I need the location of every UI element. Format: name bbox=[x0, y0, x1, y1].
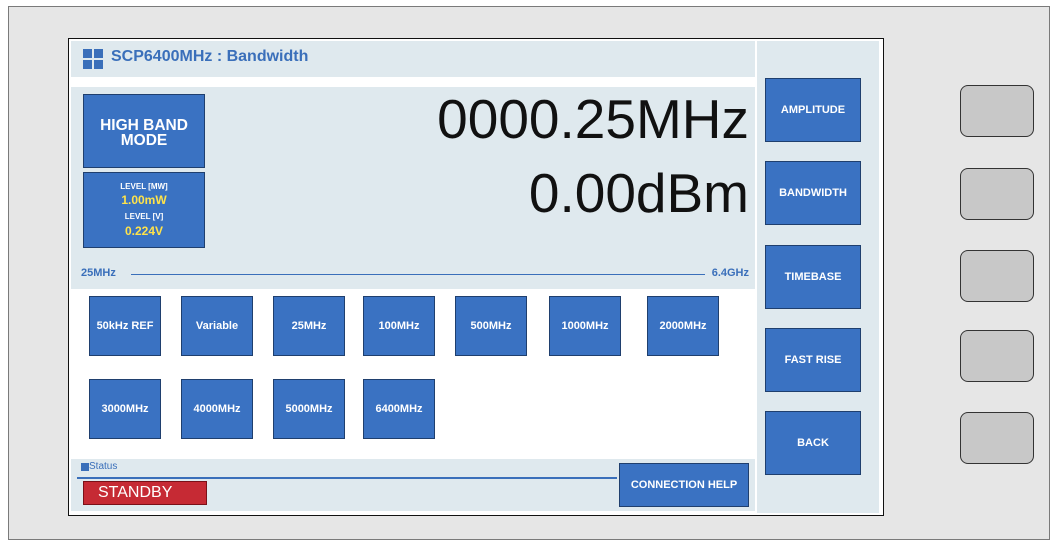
standby-status-badge: STANDBY bbox=[83, 481, 207, 505]
back-softkey[interactable]: BACK bbox=[765, 411, 861, 475]
mode-button-line2: MODE bbox=[120, 132, 168, 149]
level-mw-value: 1.00mW bbox=[121, 193, 167, 207]
hardware-button-5[interactable] bbox=[960, 412, 1034, 464]
preset-25mhz-button[interactable]: 25MHz bbox=[273, 296, 345, 356]
bandwidth-softkey[interactable]: BANDWIDTH bbox=[765, 161, 861, 225]
hardware-button-4[interactable] bbox=[960, 330, 1034, 382]
mode-button-line1: HIGH BAND bbox=[100, 117, 188, 134]
preset-100mhz-button[interactable]: 100MHz bbox=[363, 296, 435, 356]
preset-5000mhz-button[interactable]: 5000MHz bbox=[273, 379, 345, 439]
timebase-softkey[interactable]: TIMEBASE bbox=[765, 245, 861, 309]
preset-50khz-ref-button[interactable]: 50kHz REF bbox=[89, 296, 161, 356]
range-slider-track[interactable] bbox=[131, 274, 705, 275]
frequency-readout: 0000.25MHz bbox=[437, 88, 749, 150]
level-v-label: LEVEL [V] bbox=[124, 212, 164, 221]
level-display: LEVEL [MW] 1.00mW LEVEL [V] 0.224V bbox=[83, 172, 205, 248]
preset-500mhz-button[interactable]: 500MHz bbox=[455, 296, 527, 356]
preset-4000mhz-button[interactable]: 4000MHz bbox=[181, 379, 253, 439]
amplitude-softkey[interactable]: AMPLITUDE bbox=[765, 78, 861, 142]
preset-6400mhz-button[interactable]: 6400MHz bbox=[363, 379, 435, 439]
level-mw-label: LEVEL [MW] bbox=[120, 182, 168, 191]
main-panel: HIGH BAND MODE LEVEL [MW] 1.00mW LEVEL [… bbox=[71, 87, 755, 289]
page-title: SCP6400MHz : Bandwidth bbox=[111, 48, 309, 65]
range-max-label: 6.4GHz bbox=[711, 267, 749, 279]
hardware-button-2[interactable] bbox=[960, 168, 1034, 220]
preset-3000mhz-button[interactable]: 3000MHz bbox=[89, 379, 161, 439]
level-v-value: 0.224V bbox=[124, 224, 164, 238]
power-readout: 0.00dBm bbox=[528, 162, 749, 224]
status-icon bbox=[81, 463, 89, 471]
preset-1000mhz-button[interactable]: 1000MHz bbox=[549, 296, 621, 356]
connection-help-button[interactable]: CONNECTION HELP bbox=[619, 463, 749, 507]
status-bar: Status STANDBY CONNECTION HELP bbox=[71, 459, 755, 511]
title-bar: SCP6400MHz : Bandwidth bbox=[71, 41, 755, 77]
device-screen: SCP6400MHz : Bandwidth HIGH BAND MODE LE… bbox=[68, 38, 884, 516]
status-divider bbox=[77, 477, 617, 479]
status-label: Status bbox=[89, 461, 118, 472]
preset-variable-button[interactable]: Variable bbox=[181, 296, 253, 356]
hardware-button-1[interactable] bbox=[960, 85, 1034, 137]
hardware-button-3[interactable] bbox=[960, 250, 1034, 302]
app-grid-icon bbox=[83, 49, 103, 69]
range-min-label: 25MHz bbox=[81, 267, 116, 279]
fast-rise-softkey[interactable]: FAST RISE bbox=[765, 328, 861, 392]
preset-2000mhz-button[interactable]: 2000MHz bbox=[647, 296, 719, 356]
high-band-mode-button[interactable]: HIGH BAND MODE bbox=[83, 94, 205, 168]
softkey-column: AMPLITUDE BANDWIDTH TIMEBASE FAST RISE B… bbox=[757, 41, 879, 513]
